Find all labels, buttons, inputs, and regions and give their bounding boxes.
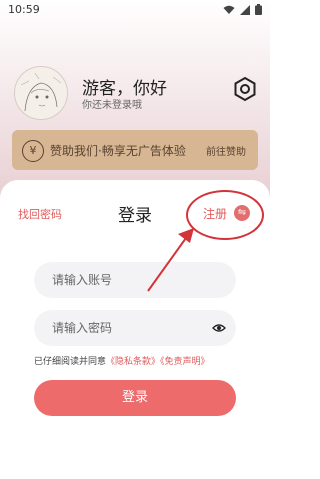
eye-icon[interactable]: [212, 321, 226, 335]
disclaimer-link[interactable]: 《免责声明》: [160, 357, 210, 367]
avatar-sketch-icon: [20, 72, 62, 112]
sponsor-text: 赞助我们·畅享无广告体验: [50, 144, 186, 158]
wifi-icon: [223, 5, 235, 14]
agreement-prefix: 已仔细阅读并同意: [34, 357, 107, 367]
login-button[interactable]: 登录: [34, 380, 236, 416]
login-sheet: 找回密码 登录 注册 ⇋ 已仔细阅读并同意《隐私条款》《免责声明》 登录: [0, 180, 270, 479]
signal-icon: [240, 4, 250, 15]
status-icons: [223, 4, 262, 15]
battery-icon: [255, 4, 262, 15]
settings-gear-icon[interactable]: [232, 76, 258, 102]
annotation-circle: [186, 190, 264, 240]
privacy-policy-link[interactable]: 《隐私条款》: [106, 357, 160, 367]
password-input[interactable]: [34, 310, 236, 346]
login-prompt[interactable]: 你还未登录哦: [82, 96, 142, 111]
go-sponsor-link[interactable]: 前往赞助: [206, 143, 246, 158]
coin-icon: ¥: [22, 140, 44, 162]
agreement-text: 已仔细阅读并同意《隐私条款》《免责声明》: [34, 354, 210, 367]
profile-section: 游客，你好 你还未登录哦: [12, 66, 262, 120]
status-time: 10:59: [8, 3, 40, 16]
status-bar: 10:59: [0, 0, 270, 20]
account-input[interactable]: [34, 262, 236, 298]
avatar[interactable]: [14, 66, 68, 120]
sponsor-banner[interactable]: ¥ 赞助我们·畅享无广告体验 前往赞助: [12, 130, 258, 170]
